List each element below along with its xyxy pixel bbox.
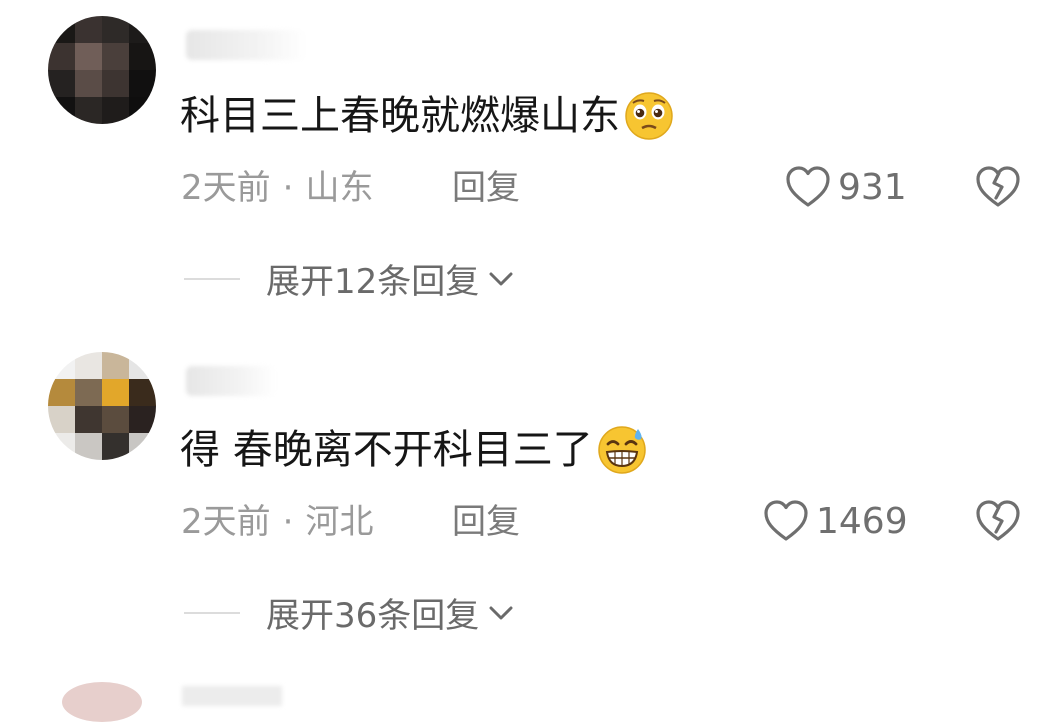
broken-heart-icon: [976, 166, 1020, 207]
like-button[interactable]: 931: [784, 164, 907, 210]
dislike-button[interactable]: [974, 498, 1022, 548]
reply-button[interactable]: 回复: [452, 502, 520, 542]
divider-line: [184, 277, 240, 280]
grinning-sweat-face-icon: [597, 426, 646, 474]
expand-replies-label: 展开36条回复: [266, 596, 480, 636]
comment-text: 科目三上春晚就燃爆山东: [180, 90, 674, 142]
expand-replies-button[interactable]: 展开12条回复: [184, 254, 515, 303]
chevron-down-icon: [489, 272, 513, 285]
divider-line: [184, 611, 240, 614]
heart-icon: [764, 500, 808, 541]
meta-separator: ·: [282, 502, 294, 542]
comment-time: 2天前: [181, 168, 271, 208]
comment-text-content: 科目三上春晚就燃爆山东: [180, 93, 620, 139]
comment-meta: 2天前 · 山东: [181, 168, 373, 208]
comment-time: 2天前: [181, 502, 271, 542]
expand-replies-button[interactable]: 展开36条回复: [184, 588, 515, 637]
username[interactable]: [186, 366, 276, 396]
avatar[interactable]: [62, 682, 142, 722]
username[interactable]: [186, 30, 306, 60]
reply-button[interactable]: 回复: [452, 168, 520, 208]
meta-separator: ·: [282, 168, 294, 208]
pleading-face-icon: [625, 92, 673, 140]
broken-heart-icon: [976, 500, 1020, 541]
heart-icon: [786, 166, 830, 207]
like-count: 1469: [816, 500, 908, 542]
dislike-button[interactable]: [974, 164, 1022, 214]
comment-location: 山东: [305, 168, 374, 208]
username[interactable]: [182, 686, 282, 706]
like-count: 931: [838, 166, 907, 208]
comment-text-content: 得 春晚离不开科目三了: [180, 427, 593, 473]
expand-replies-label: 展开12条回复: [266, 262, 480, 302]
like-button[interactable]: 1469: [762, 498, 908, 544]
chevron-down-icon: [489, 606, 513, 619]
comment-location: 河北: [305, 502, 374, 542]
avatar[interactable]: [48, 16, 156, 124]
comment-meta: 2天前 · 河北: [181, 502, 373, 542]
avatar[interactable]: [48, 352, 156, 460]
comment-text: 得 春晚离不开科目三了: [180, 424, 647, 476]
